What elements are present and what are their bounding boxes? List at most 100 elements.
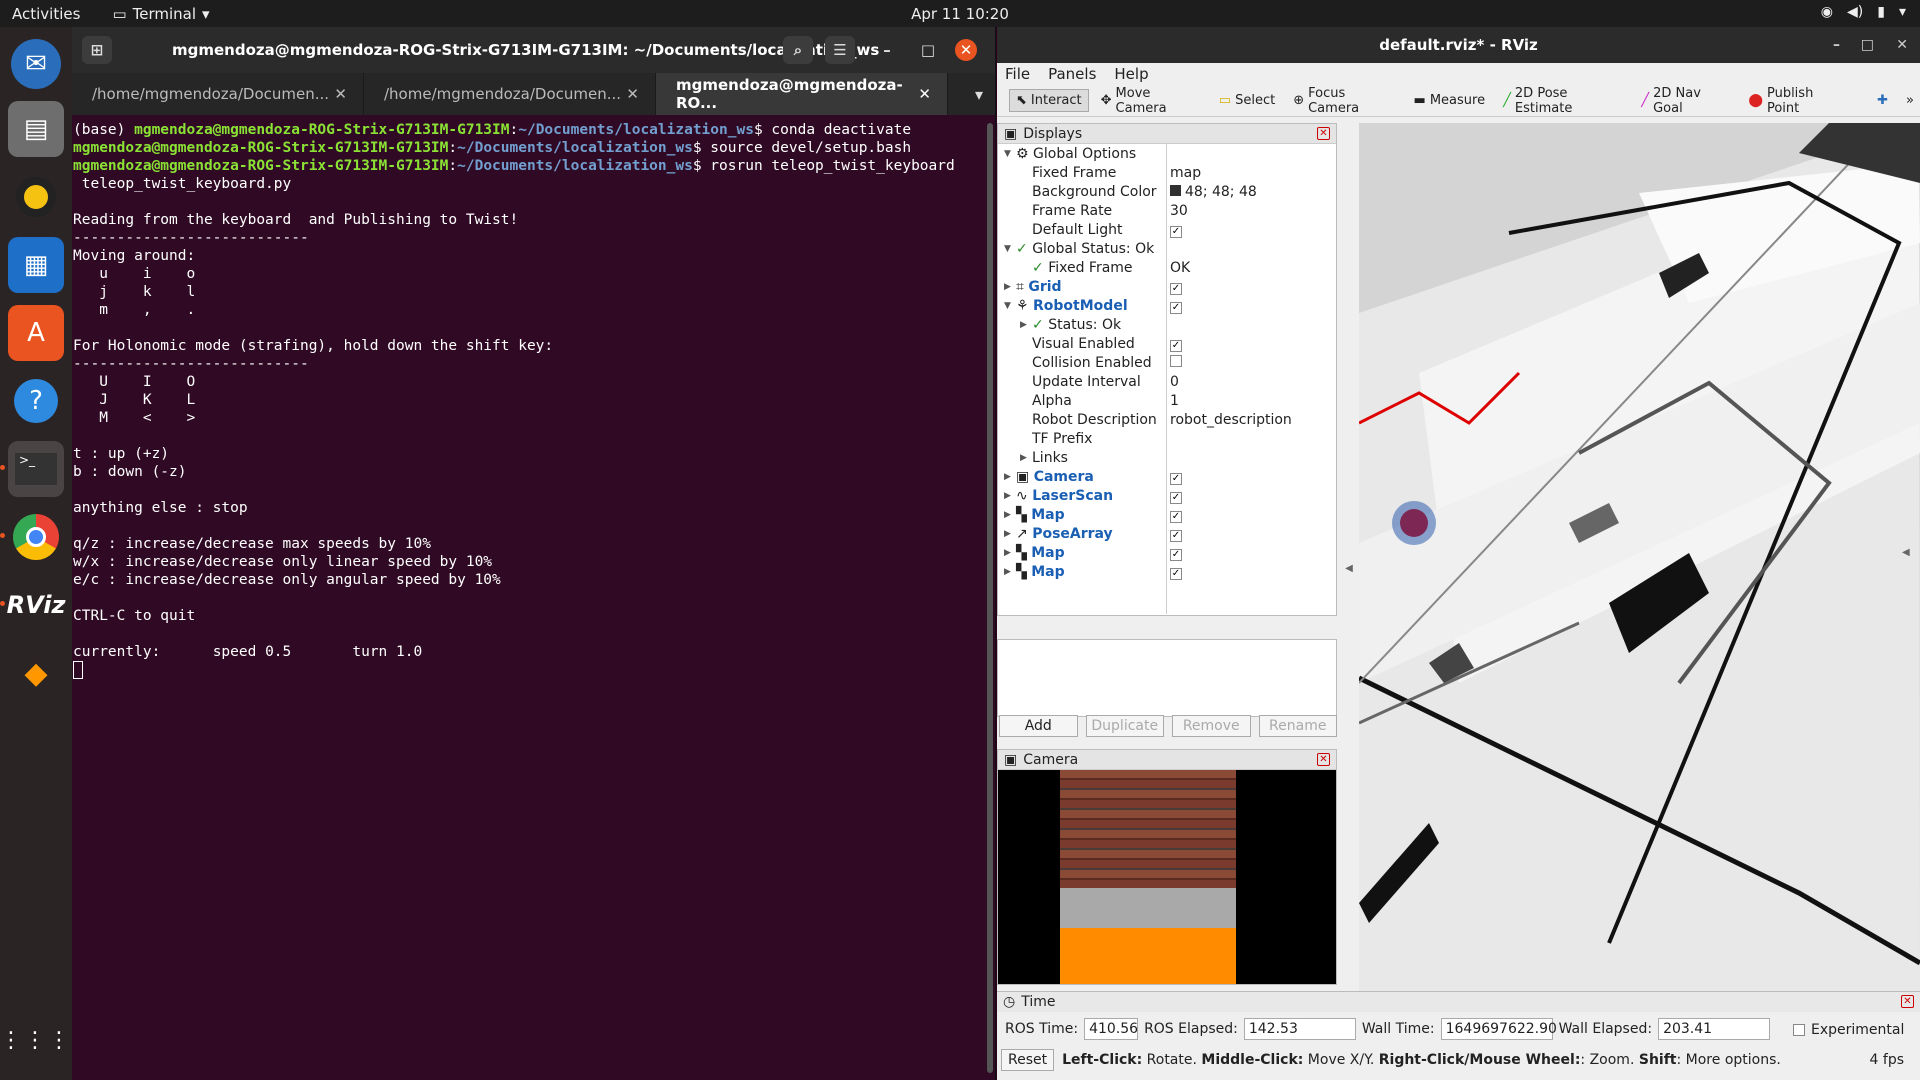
property-value[interactable]: ✓	[1170, 222, 1182, 238]
enabled-checkbox[interactable]: ✓	[1170, 567, 1182, 580]
property-value[interactable]: ✓	[1170, 507, 1182, 523]
show-applications-icon[interactable]: ⋮⋮⋮	[0, 1012, 70, 1068]
enabled-checkbox[interactable]: ✓	[1170, 339, 1182, 352]
minimize-button[interactable]: –	[1833, 37, 1840, 53]
close-icon[interactable]: ✕	[626, 85, 639, 103]
remove-button[interactable]: Remove	[1172, 715, 1251, 737]
measure-tool[interactable]: ▬ Measure	[1408, 90, 1492, 111]
property-value[interactable]: 30	[1170, 203, 1188, 219]
expand-down-icon[interactable]: ▼	[1004, 244, 1011, 254]
clock[interactable]: Apr 11 10:20	[0, 5, 1920, 23]
display-row[interactable]: Fixed Frame map	[998, 163, 1336, 182]
close-icon[interactable]: ✕	[1317, 127, 1330, 140]
terminal-tab[interactable]: /home/mgmendoza/Documen... ✕	[364, 73, 656, 115]
move-camera-tool[interactable]: ✥ Move Camera	[1095, 83, 1207, 119]
activities-button[interactable]: Activities	[12, 5, 80, 23]
rename-button[interactable]: Rename	[1258, 715, 1337, 737]
close-button[interactable]: ✕	[1896, 37, 1908, 53]
expand-right-icon[interactable]: ▶	[1004, 472, 1011, 482]
property-value[interactable]: map	[1170, 165, 1201, 181]
search-icon[interactable]: ⌕	[783, 36, 813, 64]
terminal-tab[interactable]: mgmendoza@mgmendoza-RO... ✕	[656, 73, 948, 115]
display-row[interactable]: Update Interval 0	[998, 372, 1336, 391]
property-value[interactable]: 48; 48; 48	[1185, 184, 1257, 200]
menu-file[interactable]: File	[1005, 65, 1030, 83]
experimental-checkbox[interactable]	[1793, 1024, 1805, 1036]
menu-icon[interactable]: ☰	[825, 36, 855, 64]
display-row[interactable]: ▶ ↗ PoseArray ✓	[998, 524, 1336, 543]
expand-right-icon[interactable]: ▶	[1004, 491, 1011, 501]
property-value[interactable]: ✓	[1170, 279, 1182, 295]
enabled-checkbox[interactable]: ✓	[1170, 548, 1182, 561]
display-tree[interactable]: ▼ ⚙ Global Options Fixed Frame map Backgroun…	[998, 144, 1336, 581]
close-icon[interactable]: ✕	[918, 85, 931, 103]
color-swatch[interactable]	[1170, 184, 1181, 196]
splitter-left-arrow[interactable]: ◀	[1341, 123, 1357, 1013]
rviz-icon[interactable]: RViz	[0, 577, 65, 633]
writer-icon[interactable]: ▦	[8, 237, 64, 293]
expand-right-icon[interactable]: ▶	[1004, 567, 1011, 577]
chrome-icon[interactable]	[0, 509, 64, 565]
enabled-checkbox[interactable]: ✓	[1170, 225, 1182, 238]
ros-time-field[interactable]: 410.56	[1084, 1018, 1139, 1040]
terminal-output[interactable]: (base) mgmendoza@mgmendoza-ROG-Strix-G71…	[73, 115, 995, 679]
add-button[interactable]: Add	[999, 715, 1078, 737]
close-icon[interactable]: ✕	[334, 85, 347, 103]
menu-help[interactable]: Help	[1114, 65, 1148, 83]
minimize-button[interactable]: –	[872, 36, 902, 64]
experimental-toggle[interactable]: Experimental	[1793, 1022, 1904, 1038]
display-row[interactable]: ▶ ▣ Camera ✓	[998, 467, 1336, 486]
display-row[interactable]: Robot Description robot_description	[998, 410, 1336, 429]
files-icon[interactable]: ▤	[8, 101, 64, 157]
duplicate-button[interactable]: Duplicate	[1085, 715, 1164, 737]
property-value[interactable]: 48; 48; 48	[1170, 184, 1257, 200]
rhythmbox-icon[interactable]	[8, 169, 64, 225]
select-tool[interactable]: ▭ Select	[1213, 90, 1281, 111]
display-row[interactable]: ▶ ∿ LaserScan ✓	[998, 486, 1336, 505]
scrollbar[interactable]	[987, 123, 993, 1073]
reset-button[interactable]: Reset	[1001, 1049, 1055, 1071]
system-tray[interactable]: ◉ ◀) ▮ ▾	[1821, 4, 1906, 20]
display-row[interactable]: Alpha 1	[998, 391, 1336, 410]
property-value[interactable]: ✓	[1170, 336, 1182, 352]
close-icon[interactable]: ✕	[1317, 753, 1330, 766]
focus-camera-tool[interactable]: ⊕ Focus Camera	[1287, 83, 1401, 119]
terminal-tab[interactable]: /home/mgmendoza/Documen... ✕	[72, 73, 364, 115]
software-icon[interactable]: A	[8, 305, 64, 361]
property-value[interactable]: ✓	[1170, 564, 1182, 580]
enabled-checkbox[interactable]: ✓	[1170, 472, 1182, 485]
property-value[interactable]: OK	[1170, 260, 1190, 276]
add-tool-icon[interactable]: ✚	[1871, 90, 1894, 111]
maximize-button[interactable]: □	[913, 36, 943, 64]
enabled-checkbox[interactable]: ✓	[1170, 282, 1182, 295]
menu-panels[interactable]: Panels	[1048, 65, 1096, 83]
expand-down-icon[interactable]: ▼	[1004, 149, 1011, 159]
expand-right-icon[interactable]: ▶	[1004, 548, 1011, 558]
new-tab-icon[interactable]: ⊞	[82, 36, 112, 64]
enabled-checkbox[interactable]: ✓	[1170, 301, 1182, 314]
expand-down-icon[interactable]: ▼	[1004, 301, 1011, 311]
enabled-checkbox[interactable]: ✓	[1170, 529, 1182, 542]
terminal-icon[interactable]: >_	[0, 441, 64, 497]
help-icon[interactable]: ?	[8, 373, 64, 429]
property-value[interactable]: ✓	[1170, 545, 1182, 561]
display-row[interactable]: Background Color 48; 48; 48	[998, 182, 1336, 201]
3d-view[interactable]	[1359, 123, 1920, 1013]
property-value[interactable]: 1	[1170, 393, 1179, 409]
camera-view[interactable]	[998, 770, 1336, 984]
display-row[interactable]: ▶ ✓ Status: Ok	[998, 315, 1336, 334]
property-value[interactable]: ✓	[1170, 526, 1182, 542]
property-value[interactable]: ✓	[1170, 469, 1182, 485]
app-menu[interactable]: ▭ Terminal ▾	[112, 5, 209, 23]
display-row[interactable]: ▼ ✓ Global Status: Ok	[998, 239, 1336, 258]
property-value[interactable]: ✓	[1170, 488, 1182, 504]
display-row[interactable]: ▼ ⚙ Global Options	[998, 144, 1336, 163]
display-row[interactable]: ▶ ▚ Map ✓	[998, 543, 1336, 562]
display-row[interactable]: TF Prefix	[998, 429, 1336, 448]
display-row[interactable]: ▼ ⚘ RobotModel ✓	[998, 296, 1336, 315]
ros-elapsed-field[interactable]: 142.53	[1243, 1018, 1356, 1040]
display-row[interactable]: ▶ ▚ Map ✓	[998, 505, 1336, 524]
display-row[interactable]: Frame Rate 30	[998, 201, 1336, 220]
display-row[interactable]: Collision Enabled	[998, 353, 1336, 372]
maximize-button[interactable]: □	[1861, 37, 1874, 53]
